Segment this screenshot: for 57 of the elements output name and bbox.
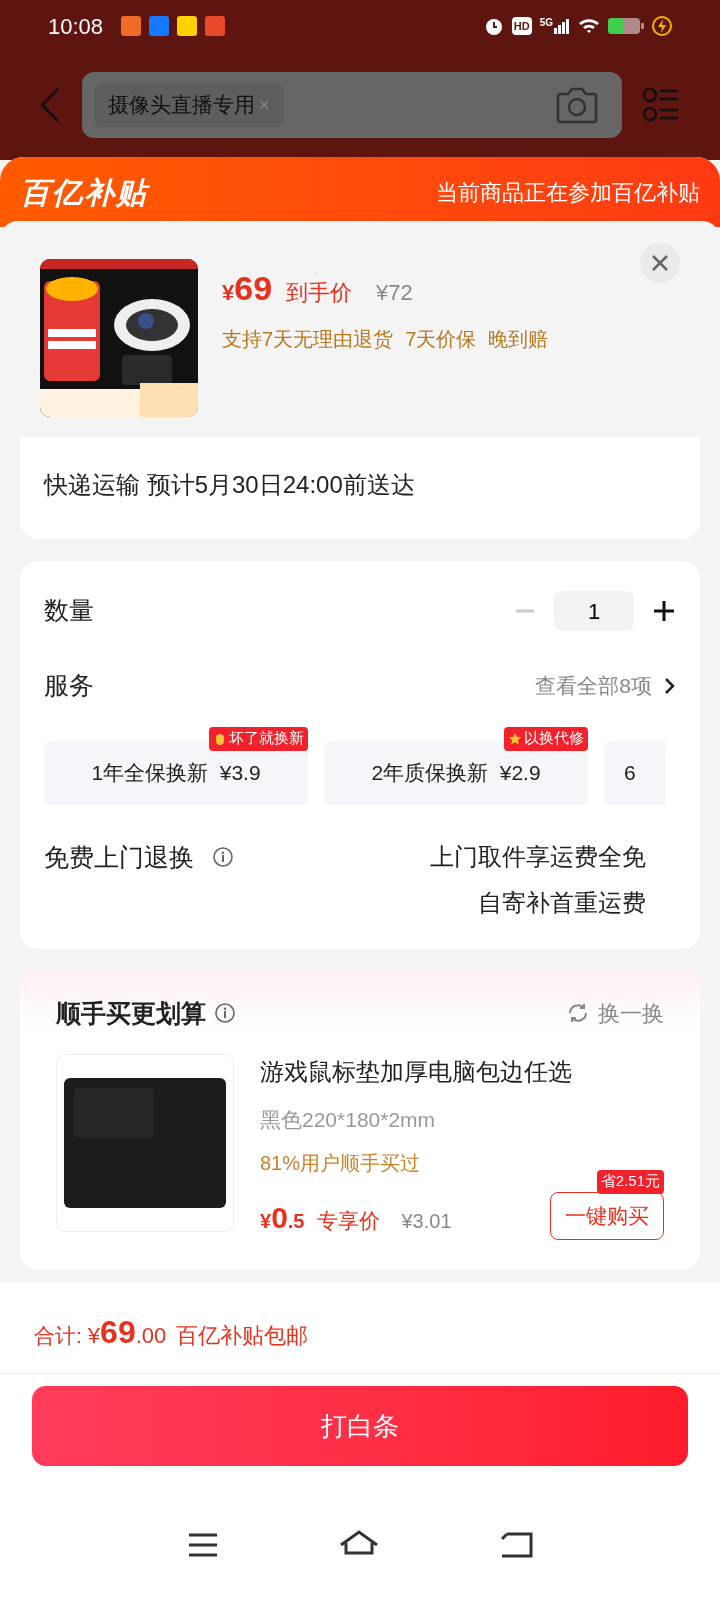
app-icon [177,16,198,36]
view-all-link[interactable]: 查看全部8项 [535,670,676,702]
info-icon[interactable] [214,1002,236,1025]
network-label: 5G [539,18,553,28]
back-nav-icon[interactable] [499,1531,533,1559]
subsidy-note: 当前商品正在参加百亿补贴 [436,178,700,207]
hand-icon [213,731,227,746]
savings-badge: 省2.51元 [596,1169,664,1194]
info-icon[interactable] [212,846,234,869]
guarantee-tag: 晚到赔 [488,324,549,354]
services-label: 服务 [44,670,94,701]
bundle-title: 顺手买更划算 [56,997,206,1029]
search-chip[interactable]: 摄像头直播专用 × [94,83,284,127]
quantity-field[interactable]: 1 [554,591,634,631]
app-icon [149,16,170,36]
refresh-button[interactable]: 换一换 [566,996,664,1030]
alarm-icon [483,16,504,36]
status-time: 10:08 [48,12,104,41]
bundle-product-spec: 黑色220*180*2mm [260,1107,437,1133]
delivery-info: 快递运输 预计5月30日24:00前送达 [44,471,415,498]
original-price: ¥72 [376,279,413,307]
app-icon [121,16,142,36]
total-price: ¥69.00 [87,1313,167,1352]
shipping-note: 百亿补贴包邮 [176,1322,309,1350]
pay-button[interactable]: 打白条 [32,1386,688,1466]
wifi-icon [578,17,600,35]
bundle-price-label: 专享价 [316,1207,380,1234]
buy-now-button[interactable]: 一键购买 [550,1191,664,1240]
return-detail: 上门取件享运费全免 [430,841,646,872]
service-option[interactable]: 6 [604,740,666,805]
bundle-price: ¥0.5 [260,1199,305,1236]
price-label: 到手价 [286,279,353,307]
return-detail: 自寄补首重运费 [478,887,646,918]
price: ¥69 [222,268,273,309]
signal-icon [554,18,570,34]
search-field[interactable]: 摄像头直播专用 × [82,72,622,138]
guarantee-tag: 支持7天无理由退货 [222,324,394,354]
chevron-right-icon [664,676,676,695]
subsidy-logo: 百亿补贴 [20,174,148,211]
bundle-original-price: ¥3.01 [401,1208,452,1234]
close-icon[interactable] [640,243,680,283]
service-badge: 坏了就换新 [209,726,308,751]
product-thumbnail[interactable] [56,1054,234,1232]
service-badge: 以换代修 [504,726,588,751]
hd-indicator: HD [511,17,532,35]
star-icon [508,731,522,746]
guarantee-tag: 7天价保 [405,324,477,354]
plus-icon[interactable] [652,599,676,623]
quantity-label: 数量 [44,595,94,627]
charging-icon [652,16,672,36]
battery-icon [608,17,644,35]
total-label: 合计: [34,1323,82,1349]
bundle-product-name[interactable]: 游戏鼠标垫加厚电脑包边任选 [260,1054,664,1090]
bundle-social-proof: 81%用户顺手买过 [260,1150,422,1176]
menu-icon[interactable] [187,1532,219,1558]
return-label: 免费上门退换 [44,841,194,873]
app-icon [205,16,226,36]
